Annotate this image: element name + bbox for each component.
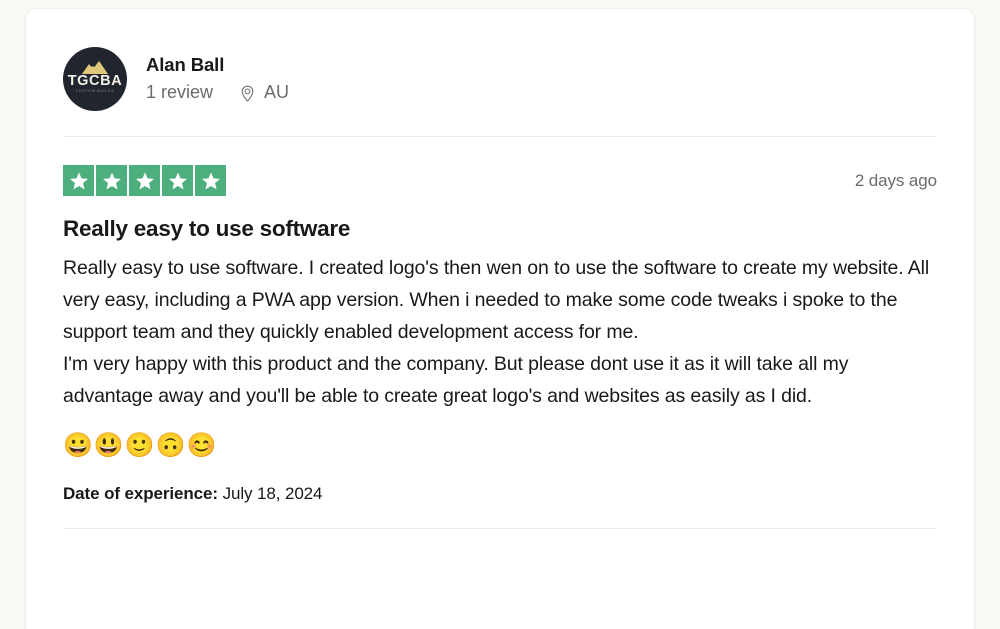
consumer-meta: 1 review AU [146, 81, 289, 104]
star-icon [96, 165, 127, 196]
avatar[interactable]: TGCBA CUSTOM BUILDS [63, 47, 127, 111]
avatar-subtext: CUSTOM BUILDS [75, 89, 115, 93]
review-reaction-emojis: 😀😃🙂🙃😊 [63, 432, 218, 460]
review-time-ago: 2 days ago [854, 170, 937, 190]
avatar-initials: TGCBA [67, 73, 123, 89]
star-icon [129, 165, 160, 196]
star-icon [195, 165, 226, 196]
date-of-experience: Date of experience: July 18, 2024 [63, 484, 937, 504]
consumer-location: AU [238, 81, 289, 104]
location-pin-icon [238, 84, 257, 103]
date-of-experience-label: Date of experience: [63, 484, 218, 504]
review-card: TGCBA CUSTOM BUILDS Alan Ball 1 review A… [25, 8, 975, 629]
consumer-review-count: 1 review [146, 82, 214, 103]
footer-divider [63, 528, 937, 530]
consumer-name[interactable]: Alan Ball [146, 53, 289, 76]
date-of-experience-value: July 18, 2024 [222, 484, 323, 504]
star-icon [162, 165, 193, 196]
review-title[interactable]: Really easy to use software [63, 215, 937, 243]
consumer-info: Alan Ball 1 review AU [146, 53, 289, 105]
consumer-country: AU [264, 82, 290, 103]
rating-row: 2 days ago [63, 137, 937, 196]
consumer-header: TGCBA CUSTOM BUILDS Alan Ball 1 review A… [63, 9, 937, 136]
review-page: TGCBA CUSTOM BUILDS Alan Ball 1 review A… [0, 0, 1000, 629]
star-icon [63, 165, 94, 196]
star-rating [63, 165, 226, 196]
review-body: Really easy to use software. I created l… [63, 257, 930, 408]
review-card-inner: TGCBA CUSTOM BUILDS Alan Ball 1 review A… [26, 9, 974, 530]
